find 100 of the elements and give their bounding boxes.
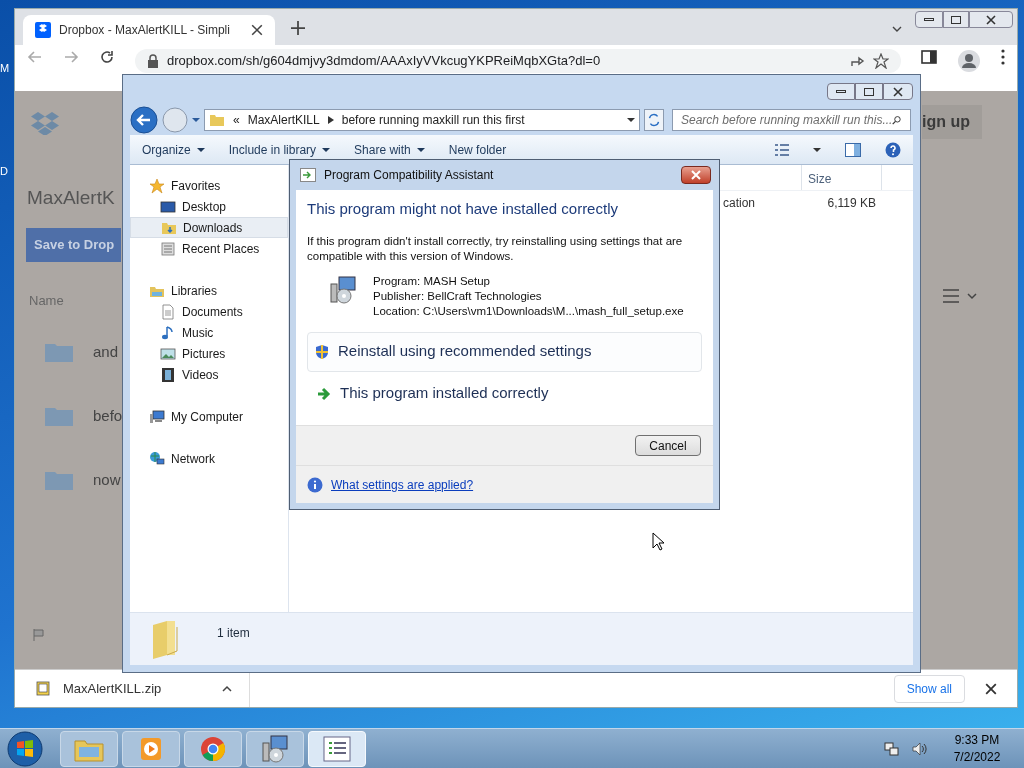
close-icon: [251, 24, 263, 36]
close-icon: [691, 170, 701, 180]
task-list-icon: [321, 734, 353, 763]
minimize-button[interactable]: [915, 11, 943, 28]
caret-icon: [192, 116, 200, 124]
film-icon: [160, 366, 176, 383]
preview-pane-icon: [845, 142, 861, 157]
mouse-cursor-icon: [652, 532, 664, 552]
nav-item[interactable]: Music: [130, 322, 288, 343]
computer-icon: [149, 408, 165, 425]
tab-title: Dropbox - MaxAlertKILL - Simpli: [59, 22, 231, 39]
cancel-button[interactable]: Cancel: [635, 435, 701, 456]
minimize-button[interactable]: [827, 83, 855, 100]
nav-item[interactable]: Desktop: [130, 196, 288, 217]
flag-icon: [33, 629, 45, 641]
setup-icon: [327, 273, 359, 306]
dialog-heading: This program might not have installed correctly: [307, 199, 619, 219]
nav-item[interactable]: Documents: [130, 301, 288, 322]
file-name[interactable]: and: [93, 341, 119, 364]
close-button[interactable]: [681, 166, 711, 184]
maximize-button[interactable]: [855, 83, 883, 100]
column-header: Name: [29, 292, 64, 310]
zip-file-icon: [35, 680, 51, 697]
chrome-icon: [199, 734, 227, 763]
chevron-right-icon: [327, 116, 334, 124]
forward-arrow-icon: [63, 49, 79, 65]
breadcrumb-item[interactable]: before running maxkill run this first: [341, 111, 525, 129]
folder-icon: [45, 406, 73, 427]
address-bar[interactable]: « MaxAlertKILL before running maxkill run this first: [204, 109, 640, 131]
nav-item[interactable]: Network: [130, 448, 288, 469]
caret-icon: [627, 116, 635, 124]
program-detail: Program: MASH Setup: [373, 273, 491, 289]
help-icon: [885, 141, 901, 158]
toolbar-button[interactable]: New folder: [448, 140, 507, 159]
clock-date[interactable]: 7/2/2022: [953, 748, 1001, 766]
close-icon: [985, 682, 997, 695]
profile-icon: [957, 49, 981, 73]
close-button[interactable]: [969, 11, 1013, 28]
maximize-button[interactable]: [943, 11, 969, 28]
taskbar-button[interactable]: [184, 730, 242, 767]
more-menu-icon: [1001, 49, 1005, 65]
nav-item[interactable]: Libraries: [130, 280, 288, 301]
refresh-icon: [644, 109, 664, 131]
chevron-down-icon: [967, 291, 977, 301]
close-button[interactable]: [883, 83, 913, 100]
breadcrumb-overflow[interactable]: «: [233, 111, 240, 129]
breadcrumb-item[interactable]: MaxAlertKILL: [247, 111, 320, 129]
desktop-icon-label[interactable]: D: [0, 163, 8, 180]
program-detail: Publisher: BellCraft Technologies: [373, 288, 543, 304]
nav-item[interactable]: Downloads: [130, 217, 288, 238]
program-icon: [300, 168, 316, 182]
toolbar-button[interactable]: Include in library: [228, 140, 331, 159]
column-header[interactable]: Size: [802, 165, 882, 190]
search-field[interactable]: Search before running maxkill run this...: [672, 109, 911, 131]
info-icon: [307, 476, 323, 493]
plus-icon: [291, 21, 305, 35]
reload-icon: [99, 49, 115, 65]
pictures-icon: [160, 345, 176, 362]
help-link[interactable]: What settings are applied?: [331, 475, 474, 494]
item-count: 1 item: [217, 625, 250, 642]
star-outline-icon: [873, 53, 889, 69]
file-type: cation: [723, 195, 757, 212]
nav-item[interactable]: Favorites: [130, 175, 288, 196]
desktop-icon-label[interactable]: M: [0, 60, 10, 77]
folder-icon: [45, 470, 73, 491]
network-icon: [149, 450, 165, 467]
url-text: dropbox.com/sh/g604dmjvy3dmdom/AAAxIyVVkcugYKPReiMqbXGta?dl=0: [167, 52, 602, 71]
network-icon: [884, 740, 900, 757]
nav-item[interactable]: Videos: [130, 364, 288, 385]
volume-icon: [912, 740, 928, 757]
browser-tab[interactable]: Dropbox - MaxAlertKILL - Simpli: [23, 15, 275, 45]
dialog-message: If this program didn't install correctly, try reinstalling using settings that are compatible with this version of Windows.: [307, 233, 684, 264]
file-name[interactable]: befo: [93, 405, 123, 428]
file-name[interactable]: now: [93, 469, 121, 492]
document-icon: [160, 303, 176, 320]
view-options-icon: [775, 143, 789, 156]
folder-icon: [209, 112, 225, 128]
toolbar-button[interactable]: Share with: [354, 140, 425, 159]
dropbox-logo-icon: [35, 22, 51, 38]
nav-item[interactable]: Pictures: [130, 343, 288, 364]
address-bar[interactable]: dropbox.com/sh/g604dmjvy3dmdom/AAAxIyVVkcugYKPReiMqbXGta?dl=0: [135, 49, 901, 73]
shield-icon: [314, 343, 330, 360]
program-detail: Location: C:\Users\vm1\Downloads\M...\mash_full_setup.exe: [373, 303, 684, 319]
download-file-name: MaxAlertKILL.zip: [63, 679, 163, 698]
list-view-icon: [943, 289, 959, 303]
sign-up-button[interactable]: ign up: [922, 105, 982, 139]
taskbar-button[interactable]: [246, 730, 304, 767]
close-icon: [986, 14, 996, 25]
side-panel-icon: [921, 49, 937, 65]
toolbar-button[interactable]: Organize: [142, 140, 205, 159]
command-link[interactable]: This program installed correctly: [307, 373, 702, 414]
nav-item[interactable]: My Computer: [130, 406, 288, 427]
show-all-button[interactable]: Show all: [893, 674, 965, 703]
nav-item[interactable]: Recent Places: [130, 238, 288, 259]
caret-icon: [813, 145, 821, 154]
music-note-icon: [160, 324, 176, 341]
folder-icon: [45, 342, 73, 363]
command-link[interactable]: Reinstall using recommended settings: [307, 331, 702, 372]
clock-time[interactable]: 9:33 PM: [954, 731, 1000, 749]
arrow-right-icon: [316, 385, 332, 402]
